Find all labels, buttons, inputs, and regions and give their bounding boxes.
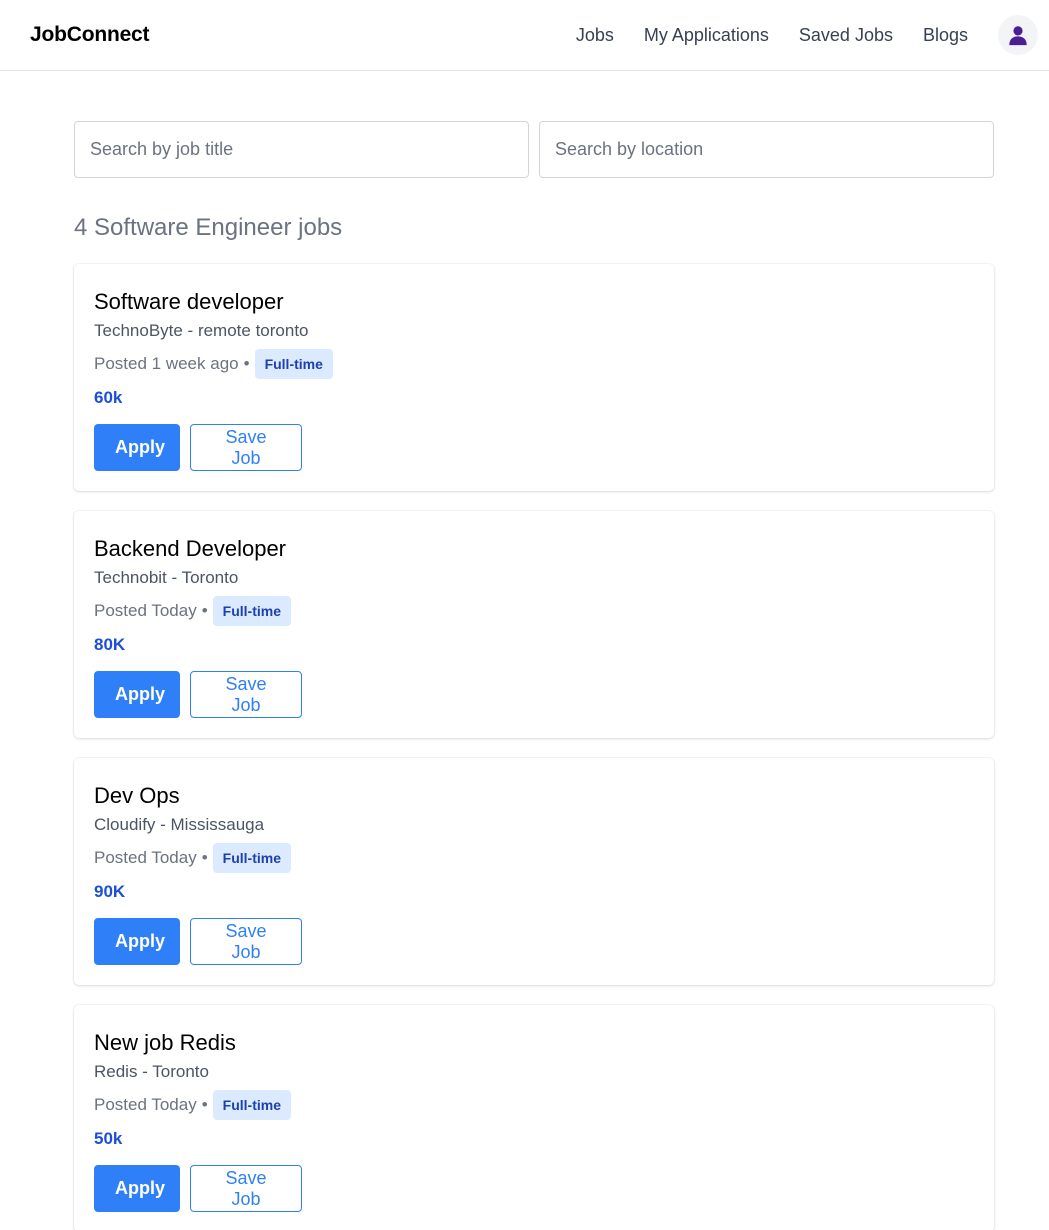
nav-link-my-applications[interactable]: My Applications: [644, 25, 769, 46]
nav-link-blogs[interactable]: Blogs: [923, 25, 968, 46]
job-card: Backend Developer Technobit - Toronto Po…: [74, 511, 994, 738]
results-heading: 4 Software Engineer jobs: [74, 214, 343, 241]
save-job-button[interactable]: Save Job: [190, 1165, 302, 1212]
main-content: 4 Software Engineer jobs Software develo…: [74, 71, 994, 1230]
job-company-location: Cloudify - Mississauga: [94, 815, 265, 834]
nav-link-jobs[interactable]: Jobs: [576, 25, 614, 46]
job-card: Software developer TechnoByte - remote t…: [74, 264, 994, 491]
job-salary: 60k: [94, 388, 123, 407]
meta-separator: •: [201, 848, 208, 867]
job-type-badge: Full-time: [212, 596, 292, 626]
job-actions: Apply Save Job: [94, 918, 974, 965]
apply-button[interactable]: Apply: [94, 671, 180, 718]
job-title[interactable]: Software developer: [94, 288, 974, 316]
location-search-input[interactable]: [539, 121, 994, 178]
job-meta: Posted 1 week ago • Full-time: [94, 349, 974, 379]
job-list: Software developer TechnoByte - remote t…: [74, 264, 994, 1230]
meta-separator: •: [201, 1095, 208, 1114]
job-salary: 50k: [94, 1129, 123, 1148]
job-meta: Posted Today • Full-time: [94, 596, 974, 626]
apply-button[interactable]: Apply: [94, 424, 180, 471]
job-actions: Apply Save Job: [94, 424, 974, 471]
job-salary: 90K: [94, 882, 126, 901]
brand-logo[interactable]: JobConnect: [30, 23, 150, 47]
posted-date: Posted Today: [94, 848, 197, 867]
posted-date: Posted 1 week ago: [94, 354, 239, 373]
search-bar: [74, 121, 994, 178]
job-company-location: TechnoByte - remote toronto: [94, 321, 309, 340]
meta-separator: •: [243, 354, 250, 373]
meta-separator: •: [201, 601, 208, 620]
job-card: New job Redis Redis - Toronto Posted Tod…: [74, 1005, 994, 1230]
save-job-button[interactable]: Save Job: [190, 671, 302, 718]
job-meta: Posted Today • Full-time: [94, 843, 974, 873]
job-meta: Posted Today • Full-time: [94, 1090, 974, 1120]
job-actions: Apply Save Job: [94, 671, 974, 718]
save-job-button[interactable]: Save Job: [190, 918, 302, 965]
job-actions: Apply Save Job: [94, 1165, 974, 1212]
apply-button[interactable]: Apply: [94, 1165, 180, 1212]
job-title[interactable]: New job Redis: [94, 1029, 974, 1057]
save-job-button[interactable]: Save Job: [190, 424, 302, 471]
nav-link-saved-jobs[interactable]: Saved Jobs: [799, 25, 893, 46]
job-title[interactable]: Dev Ops: [94, 782, 974, 810]
top-navbar: JobConnect Jobs My Applications Saved Jo…: [0, 0, 1049, 71]
job-title[interactable]: Backend Developer: [94, 535, 974, 563]
job-type-badge: Full-time: [212, 1090, 292, 1120]
job-salary: 80K: [94, 635, 126, 654]
job-type-badge: Full-time: [254, 349, 333, 379]
user-icon: [1009, 26, 1027, 46]
posted-date: Posted Today: [94, 1095, 197, 1114]
job-type-badge: Full-time: [212, 843, 292, 873]
job-company-location: Redis - Toronto: [94, 1062, 209, 1081]
avatar-button[interactable]: [998, 15, 1038, 55]
apply-button[interactable]: Apply: [94, 918, 180, 965]
job-company-location: Technobit - Toronto: [94, 568, 239, 587]
nav-menu: Jobs My Applications Saved Jobs Blogs: [546, 15, 1038, 55]
job-title-search-input[interactable]: [74, 121, 529, 178]
posted-date: Posted Today: [94, 601, 197, 620]
job-card: Dev Ops Cloudify - Mississauga Posted To…: [74, 758, 994, 985]
